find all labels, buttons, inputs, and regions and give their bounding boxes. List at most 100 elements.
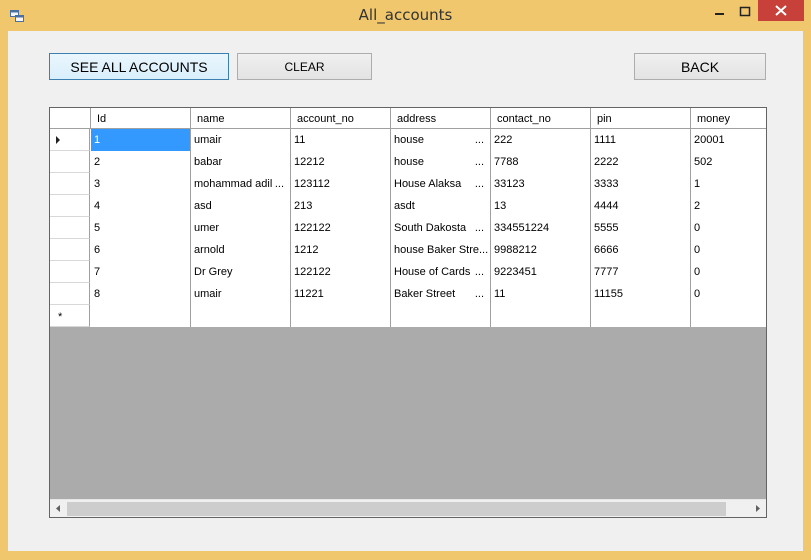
grid-cell-contact-no[interactable]: 33123 xyxy=(491,173,591,195)
grid-cell-money[interactable]: 0 xyxy=(691,283,766,305)
title-bar[interactable]: All_accounts xyxy=(0,0,811,31)
grid-cell-name[interactable]: umair xyxy=(191,283,291,305)
maximize-icon[interactable] xyxy=(732,0,758,24)
grid-cell-id[interactable]: 3 xyxy=(91,173,191,195)
grid-cell-name[interactable]: umer xyxy=(191,217,291,239)
grid-cell-account-no[interactable]: 122122 xyxy=(291,261,391,283)
grid-cell-name[interactable]: Dr Grey xyxy=(191,261,291,283)
grid-cell-money[interactable]: 0 xyxy=(691,217,766,239)
new-row-header[interactable]: * xyxy=(50,305,90,327)
grid-cell-name[interactable]: babar xyxy=(191,151,291,173)
grid-cell-account-no[interactable]: 11 xyxy=(291,129,391,151)
grid-cell-address[interactable]: house... xyxy=(391,129,491,151)
cell-value: 222 xyxy=(494,134,513,146)
grid-cell-contact-no[interactable]: 334551224 xyxy=(491,217,591,239)
grid-cell-account-no[interactable]: 1212 xyxy=(291,239,391,261)
grid-cell-account-no[interactable]: 122122 xyxy=(291,217,391,239)
grid-cell-account-no[interactable]: 11221 xyxy=(291,283,391,305)
column-header-pin[interactable]: pin xyxy=(591,108,691,129)
grid-cell-contact-no[interactable]: 7788 xyxy=(491,151,591,173)
grid-cell-id[interactable]: 7 xyxy=(91,261,191,283)
grid-cell-name[interactable]: asd xyxy=(191,195,291,217)
see-all-accounts-button[interactable]: SEE ALL ACCOUNTS xyxy=(49,53,229,80)
grid-cell-money[interactable]: 1 xyxy=(691,173,766,195)
grid-cell-id[interactable]: 6 xyxy=(91,239,191,261)
row-header[interactable] xyxy=(50,283,90,305)
grid-cell-money[interactable]: 20001 xyxy=(691,129,766,151)
grid-cell-contact-no[interactable]: 9223451 xyxy=(491,261,591,283)
grid-cell-id[interactable]: 2 xyxy=(91,151,191,173)
accounts-data-grid[interactable]: Id name account_no address contact_no pi… xyxy=(49,107,767,518)
cell-value: umair xyxy=(194,288,222,300)
grid-cell-address[interactable]: House Alaksa... xyxy=(391,173,491,195)
cell-value: 11 xyxy=(294,134,306,146)
row-header[interactable] xyxy=(50,261,90,283)
cell-value: South Dakosta xyxy=(394,222,467,234)
grid-cell-address[interactable]: house... xyxy=(391,151,491,173)
grid-cell-account-no[interactable]: 123112 xyxy=(291,173,391,195)
grid-cell-contact-no[interactable]: 222 xyxy=(491,129,591,151)
grid-cell-pin[interactable]: 7777 xyxy=(591,261,691,283)
column-header-money[interactable]: money xyxy=(691,108,766,129)
grid-cell-account-no[interactable]: 213 xyxy=(291,195,391,217)
new-row-cell[interactable] xyxy=(91,305,191,327)
grid-cell-pin[interactable]: 6666 xyxy=(591,239,691,261)
new-row-cell[interactable] xyxy=(291,305,391,327)
grid-cell-contact-no[interactable]: 9988212 xyxy=(491,239,591,261)
new-row-cell[interactable] xyxy=(591,305,691,327)
new-row-cell[interactable] xyxy=(691,305,766,327)
row-header[interactable] xyxy=(50,217,90,239)
grid-cell-id[interactable]: 1 xyxy=(91,129,191,151)
back-button[interactable]: BACK xyxy=(634,53,766,80)
grid-cell-pin[interactable]: 11155 xyxy=(591,283,691,305)
grid-cell-address[interactable]: House of Cards... xyxy=(391,261,491,283)
column-header-id[interactable]: Id xyxy=(91,108,191,129)
column-header-contact-no[interactable]: contact_no xyxy=(491,108,591,129)
grid-cell-money[interactable]: 0 xyxy=(691,239,766,261)
grid-cell-pin[interactable]: 2222 xyxy=(591,151,691,173)
grid-corner-header[interactable] xyxy=(50,108,91,129)
grid-cell-account-no[interactable]: 12212 xyxy=(291,151,391,173)
grid-cell-pin[interactable]: 5555 xyxy=(591,217,691,239)
cell-value: 2 xyxy=(694,200,701,212)
horizontal-scrollbar[interactable] xyxy=(50,499,766,517)
grid-cell-id[interactable]: 5 xyxy=(91,217,191,239)
column-header-address[interactable]: address xyxy=(391,108,491,129)
grid-cell-contact-no[interactable]: 13 xyxy=(491,195,591,217)
grid-cell-address[interactable]: Baker Street... xyxy=(391,283,491,305)
cell-value: babar xyxy=(194,156,223,168)
grid-cell-pin[interactable]: 4444 xyxy=(591,195,691,217)
column-header-account-no[interactable]: account_no xyxy=(291,108,391,129)
grid-cell-pin[interactable]: 1111 xyxy=(591,129,691,151)
minimize-icon[interactable] xyxy=(706,0,732,24)
close-icon[interactable] xyxy=(758,0,804,21)
row-header[interactable] xyxy=(50,151,90,173)
cell-value: House Alaksa xyxy=(394,178,462,190)
grid-cell-contact-no[interactable]: 11 xyxy=(491,283,591,305)
grid-cell-name[interactable]: mohammad adil... xyxy=(191,173,291,195)
new-row-cell[interactable] xyxy=(191,305,291,327)
new-row-cell[interactable] xyxy=(491,305,591,327)
grid-cell-address[interactable]: asdt xyxy=(391,195,491,217)
row-header[interactable] xyxy=(50,195,90,217)
grid-cell-money[interactable]: 2 xyxy=(691,195,766,217)
grid-cell-money[interactable]: 502 xyxy=(691,151,766,173)
grid-cell-id[interactable]: 8 xyxy=(91,283,191,305)
clear-button[interactable]: CLEAR xyxy=(237,53,372,80)
scroll-right-icon[interactable] xyxy=(749,500,766,517)
grid-cell-name[interactable]: umair xyxy=(191,129,291,151)
row-header[interactable] xyxy=(50,239,90,261)
grid-cell-address[interactable]: house Baker Stre... xyxy=(391,239,491,261)
scroll-left-icon[interactable] xyxy=(50,500,67,517)
grid-cell-id[interactable]: 4 xyxy=(91,195,191,217)
grid-cell-pin[interactable]: 3333 xyxy=(591,173,691,195)
grid-cell-address[interactable]: South Dakosta... xyxy=(391,217,491,239)
row-header[interactable] xyxy=(50,129,90,151)
grid-cell-name[interactable]: arnold xyxy=(191,239,291,261)
column-header-name[interactable]: name xyxy=(191,108,291,129)
new-row-cell[interactable] xyxy=(391,305,491,327)
row-header[interactable] xyxy=(50,173,90,195)
grid-cell-money[interactable]: 0 xyxy=(691,261,766,283)
window-title: All_accounts xyxy=(358,6,453,24)
scrollbar-thumb[interactable] xyxy=(67,502,726,516)
